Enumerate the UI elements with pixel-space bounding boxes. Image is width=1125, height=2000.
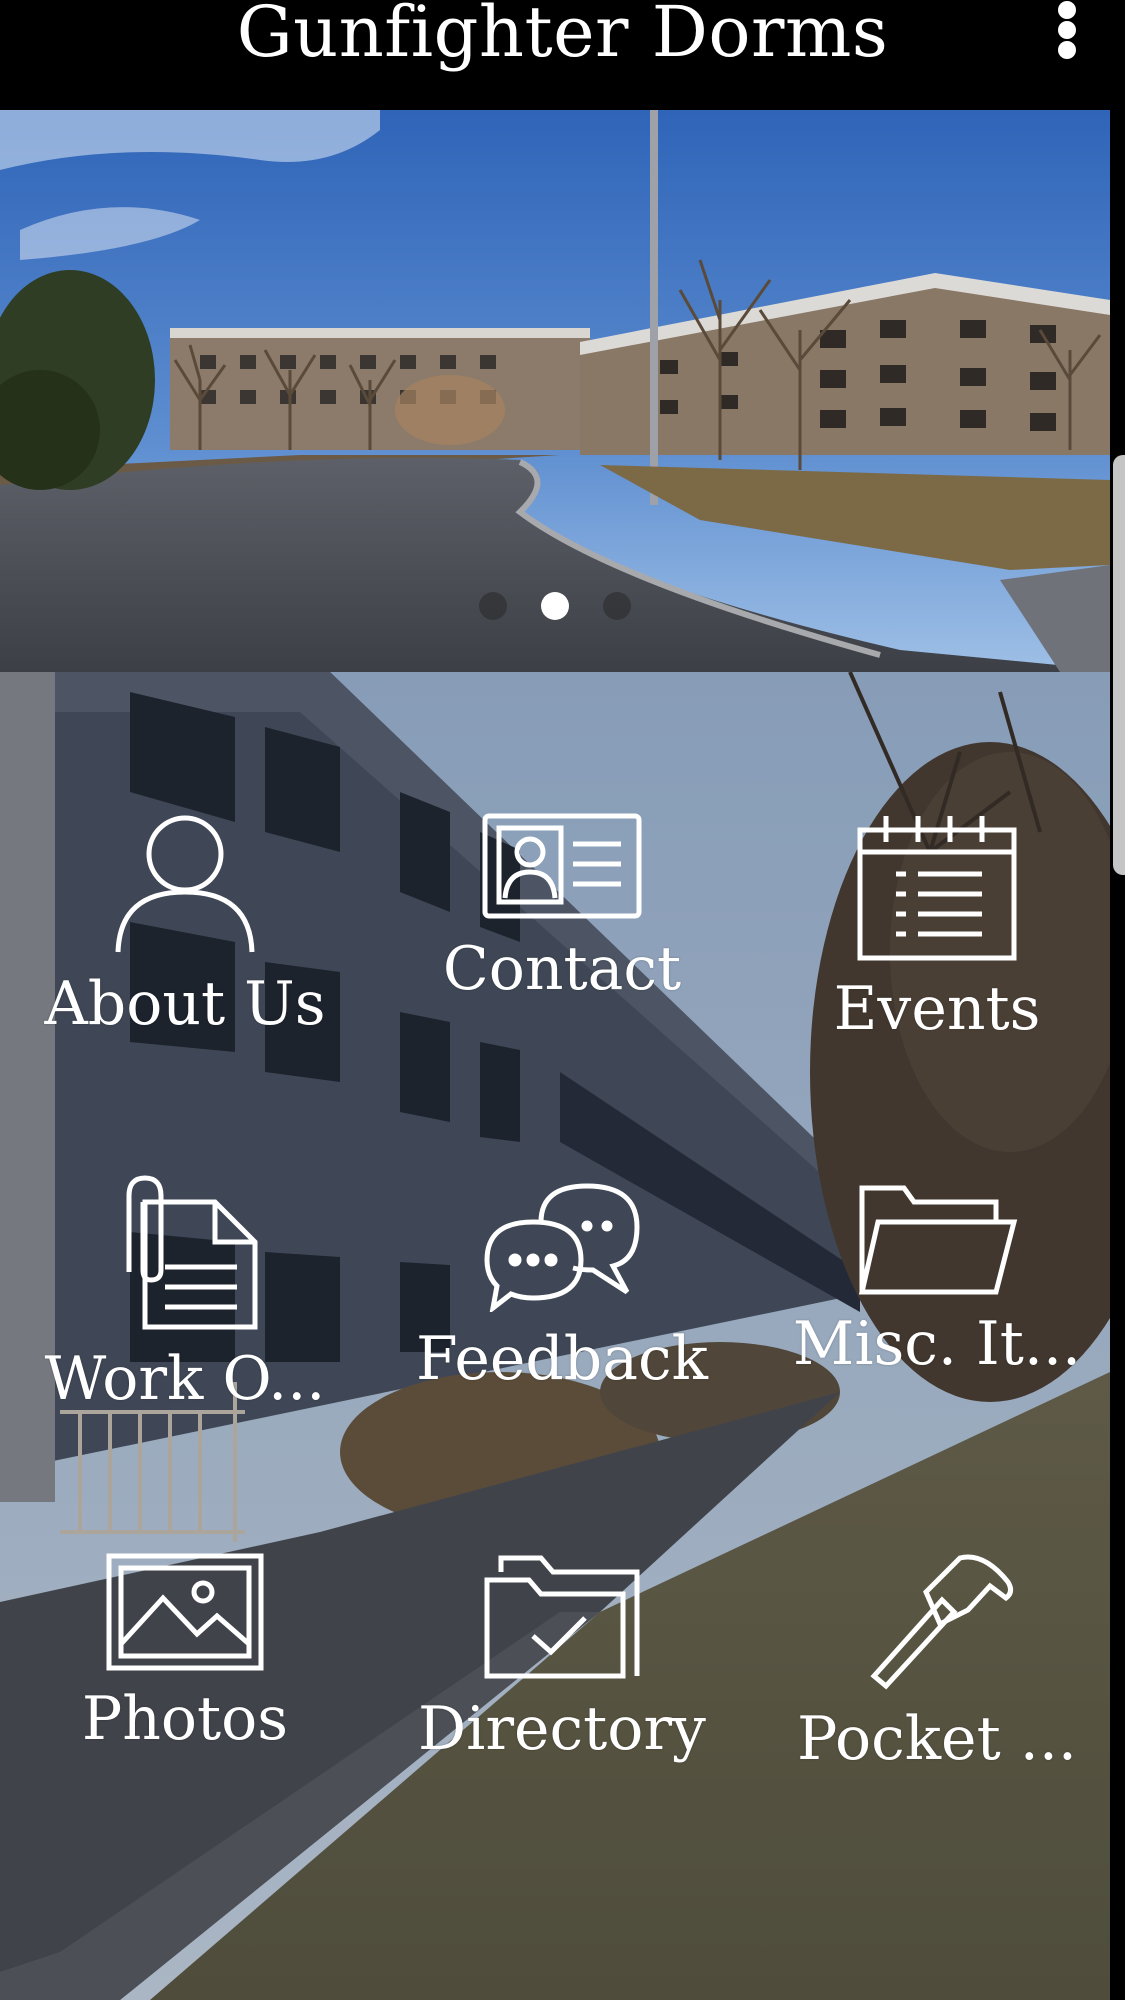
menu-item-label: Contact [442, 934, 682, 1004]
more-vert-icon[interactable] [1035, 0, 1099, 64]
carousel-indicators [0, 592, 1110, 620]
menu-item-label: About Us [44, 969, 326, 1039]
menu-item-label: Feedback [416, 1324, 708, 1394]
menu-item-work-orders[interactable]: Work O... [20, 1042, 350, 1414]
menu-item-label: Directory [418, 1694, 706, 1764]
menu-item-photos[interactable]: Photos [20, 1412, 350, 1754]
menu-item-label: Work O... [44, 1344, 326, 1414]
menu-item-misc-items[interactable]: Misc. It... [772, 1042, 1102, 1379]
carousel-dot-active[interactable] [541, 592, 569, 620]
id-card-icon [477, 812, 647, 922]
menu-item-directory[interactable]: Directory [397, 1412, 727, 1764]
hero-carousel[interactable] [0, 110, 1110, 672]
dorm-building-photo [0, 110, 1110, 672]
menu-item-label: Photos [81, 1684, 289, 1754]
menu-item-label: Misc. It... [792, 1309, 1082, 1379]
hammer-icon [852, 1552, 1022, 1692]
app-title: Gunfighter Dorms [236, 0, 889, 73]
app-bar: Gunfighter Dorms [0, 0, 1125, 110]
menu-item-feedback[interactable]: Feedback [397, 1042, 727, 1394]
menu-item-events[interactable]: Events [772, 672, 1102, 1044]
menu-item-label: Events [833, 974, 1041, 1044]
carousel-dot[interactable] [479, 592, 507, 620]
menu-item-contact[interactable]: Contact [397, 672, 727, 1004]
document-paperclip-icon [100, 1175, 270, 1332]
menu-grid: About Us Contact Events Work O... Feedba… [0, 672, 1125, 2000]
chat-bubbles-icon [477, 1182, 647, 1312]
image-icon [100, 1552, 270, 1672]
menu-item-about-us[interactable]: About Us [20, 672, 350, 1039]
calendar-icon [852, 812, 1022, 962]
person-icon [100, 812, 270, 957]
folder-check-icon [477, 1552, 647, 1682]
menu-item-pocket[interactable]: Pocket ... [772, 1412, 1102, 1774]
open-folder-icon [852, 1182, 1022, 1297]
menu-item-label: Pocket ... [797, 1704, 1077, 1774]
carousel-dot[interactable] [603, 592, 631, 620]
